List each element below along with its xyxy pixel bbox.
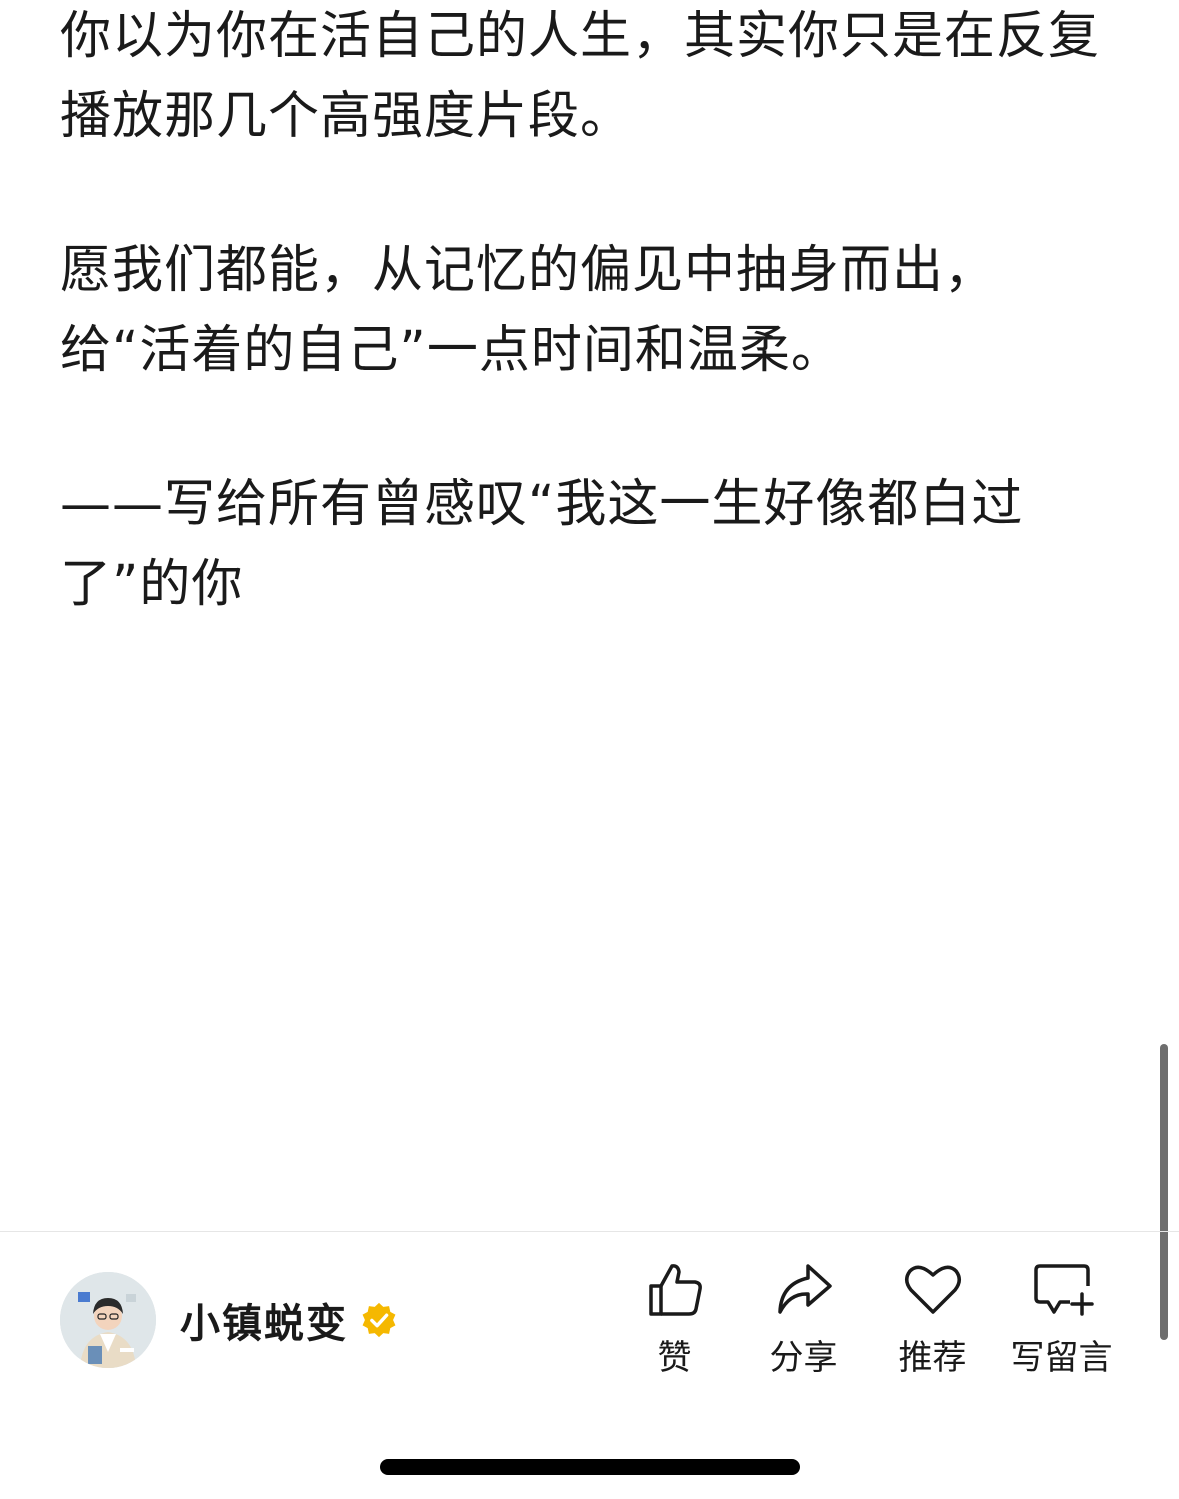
write-comment-button[interactable]: 写留言	[997, 1258, 1126, 1379]
recommend-button[interactable]: 推荐	[868, 1258, 997, 1379]
article-signature: ——写给所有曾感叹“我这一生好像都白过了”的你	[60, 475, 1024, 614]
write-comment-label: 写留言	[1010, 1338, 1113, 1378]
article-paragraph: 你以为你在活自己的人生，其实你只是在反复播放那几个高强度片段。	[60, 7, 1101, 146]
recommend-label: 推荐	[898, 1338, 967, 1378]
article-paragraph: 愿我们都能，从记忆的偏见中抽身而出，给“活着的自己”一点时间和温柔。	[60, 241, 997, 380]
home-indicator[interactable]	[380, 1459, 800, 1475]
share-arrow-icon	[777, 1264, 832, 1314]
heart-icon	[904, 1265, 961, 1314]
share-label: 分享	[769, 1338, 838, 1378]
divider	[0, 1231, 1179, 1232]
like-button[interactable]: 赞	[610, 1258, 739, 1379]
like-label: 赞	[657, 1338, 692, 1378]
scrollbar[interactable]	[1160, 1044, 1168, 1340]
action-bar: 赞 分享 推荐 写留言	[610, 1258, 1126, 1379]
verified-badge-icon	[362, 1302, 396, 1338]
author-name[interactable]: 小镇蜕变	[180, 1291, 348, 1349]
article-body: 你以为你在活自己的人生，其实你只是在反复播放那几个高强度片段。 愿我们都能，从记…	[60, 0, 1120, 699]
comment-add-icon	[1033, 1264, 1094, 1316]
share-button[interactable]: 分享	[739, 1258, 868, 1379]
avatar[interactable]	[60, 1272, 156, 1368]
author-info[interactable]: 小镇蜕变	[60, 1272, 398, 1368]
thumbs-up-icon	[648, 1264, 702, 1316]
